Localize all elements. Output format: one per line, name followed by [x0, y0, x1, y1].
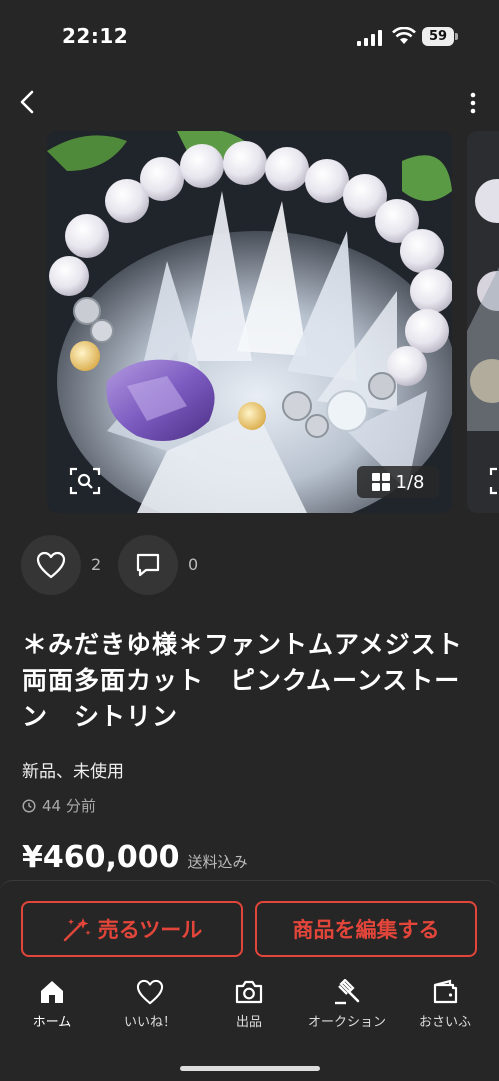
- tab-likes[interactable]: いいね！: [105, 979, 195, 1030]
- heart-icon: [136, 979, 164, 1005]
- image-counter: 1/8: [357, 466, 439, 498]
- battery-nub: [455, 33, 458, 40]
- wifi-icon: [392, 27, 416, 44]
- clock-icon: [22, 798, 36, 813]
- top-navigation: [0, 78, 499, 128]
- posted-time: 44 分前: [22, 795, 96, 816]
- price-row: ¥460,000 送料込み: [22, 840, 248, 875]
- tab-bar: ホーム いいね！ 出品 オークション おさいふ: [0, 979, 499, 1039]
- tab-likes-label: いいね！: [123, 1015, 176, 1030]
- status-bar: 22:12 59: [0, 0, 499, 70]
- comment-button[interactable]: [118, 535, 178, 595]
- status-time: 22:12: [62, 24, 129, 48]
- bottom-panel: 売るツール 商品を編集する ホーム いいね！ 出品 オークション おさいふ: [0, 880, 499, 1081]
- like-count: 2: [91, 555, 102, 574]
- tab-auction-label: オークション: [307, 1015, 386, 1030]
- image-counter-text: 1/8: [395, 471, 425, 493]
- like-button[interactable]: [21, 535, 81, 595]
- bracelet-photo-illustration: [47, 131, 452, 513]
- heart-outline-icon: [36, 551, 66, 579]
- tab-sell[interactable]: 出品: [204, 979, 294, 1030]
- battery-indicator: 59: [422, 27, 454, 46]
- visual-search-icon[interactable]: [65, 463, 105, 499]
- comment-icon: [136, 553, 160, 577]
- tab-wallet-label: おさいふ: [418, 1015, 471, 1030]
- home-icon: [41, 981, 63, 1003]
- tab-home[interactable]: ホーム: [7, 979, 97, 1030]
- item-condition: 新品、未使用: [22, 762, 124, 782]
- engagement-row: 2 0: [0, 535, 499, 595]
- tab-sell-label: 出品: [235, 1015, 262, 1030]
- wallet-icon: [433, 979, 458, 1004]
- item-title: ＊みだきゆ様＊ファントムアメジスト両面多面カット ピンクムーンストーン シトリン: [22, 630, 463, 731]
- image-gallery[interactable]: 1/8: [0, 131, 499, 513]
- more-options-icon[interactable]: [469, 92, 477, 114]
- sell-tool-button[interactable]: 売るツール: [21, 901, 243, 957]
- home-indicator: [180, 1066, 320, 1071]
- visual-search-icon-next: [489, 467, 497, 495]
- edit-item-button[interactable]: 商品を編集する: [255, 901, 477, 957]
- next-photo-illustration: [467, 131, 499, 513]
- comment-count: 0: [188, 555, 199, 574]
- camera-icon: [235, 980, 263, 1004]
- edit-item-label: 商品を編集する: [292, 918, 440, 942]
- tab-wallet[interactable]: おさいふ: [400, 979, 490, 1030]
- sell-tool-label: 売るツール: [97, 918, 203, 942]
- tab-home-label: ホーム: [32, 1015, 72, 1030]
- tab-auction[interactable]: オークション: [302, 979, 392, 1030]
- gavel-icon: [335, 979, 360, 1005]
- magic-wand-icon: [63, 918, 91, 942]
- back-arrow-icon[interactable]: [14, 88, 42, 116]
- posted-time-text: 44 分前: [42, 797, 96, 815]
- next-photo-preview[interactable]: [467, 131, 499, 513]
- price: ¥460,000: [22, 840, 180, 875]
- shipping-note: 送料込み: [187, 853, 248, 871]
- grid-icon: [371, 473, 390, 491]
- cellular-signal-icon: [357, 30, 382, 46]
- product-photo[interactable]: 1/8: [47, 131, 452, 513]
